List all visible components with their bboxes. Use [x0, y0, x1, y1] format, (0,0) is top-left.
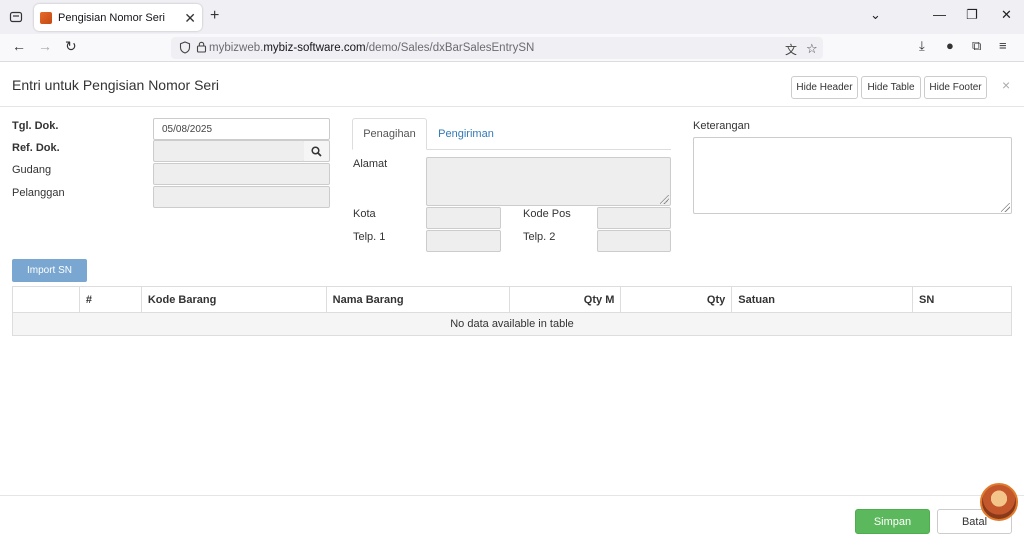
resize-grip-icon[interactable] [1001, 203, 1010, 212]
telp2-label: Telp. 2 [523, 231, 556, 243]
modal-footer: Simpan Batal [0, 495, 1024, 543]
telp2-input[interactable] [597, 230, 671, 252]
column-header-select [12, 286, 80, 313]
forward-icon[interactable]: → [38, 39, 52, 53]
modal-page: Entri untuk Pengisian Nomor Seri Hide He… [0, 63, 1024, 543]
tgl-dok-input[interactable]: 05/08/2025 [153, 118, 330, 140]
items-table: # Kode Barang Nama Barang Qty M Qty Satu… [12, 286, 1012, 336]
keterangan-label: Keterangan [693, 120, 750, 132]
menu-icon[interactable]: ≡ [999, 39, 1007, 52]
table-row: No data available in table [12, 312, 1012, 336]
hide-footer-button[interactable]: Hide Footer [924, 76, 987, 99]
browser-tab[interactable]: Pengisian Nomor Seri ✕ [34, 4, 202, 31]
column-header-sn[interactable]: SN [912, 286, 1012, 313]
page-title: Entri untuk Pengisian Nomor Seri [12, 77, 219, 93]
tab-pengiriman[interactable]: Pengiriman [430, 118, 502, 150]
reload-icon[interactable]: ↻ [65, 39, 77, 53]
translate-icon[interactable]: 文 [785, 41, 797, 58]
browser-tab-bar: Pengisian Nomor Seri ✕ + ⌄ — ❐ ✕ [0, 0, 1024, 34]
pelanggan-label: Pelanggan [12, 187, 65, 199]
telp1-label: Telp. 1 [353, 231, 386, 243]
kota-label: Kota [353, 208, 376, 220]
new-tab-icon[interactable]: + [210, 8, 219, 24]
column-header-satuan[interactable]: Satuan [731, 286, 914, 313]
empty-table-message: No data available in table [12, 312, 1012, 336]
address-bar[interactable]: mybizweb.mybiz-software.com/demo/Sales/d… [171, 37, 823, 59]
import-sn-button[interactable]: Import SN [12, 259, 87, 282]
alamat-label: Alamat [353, 158, 388, 170]
search-icon [311, 145, 322, 157]
ref-dok-label: Ref. Dok. [12, 142, 60, 154]
column-header-qty-m[interactable]: Qty M [509, 286, 622, 313]
download-icon[interactable]: ⤓ [919, 39, 925, 52]
gudang-input[interactable] [153, 163, 330, 185]
url-text: mybizweb.mybiz-software.com/demo/Sales/d… [209, 42, 535, 54]
table-header-row: # Kode Barang Nama Barang Qty M Qty Satu… [12, 286, 1012, 313]
ref-dok-search-button[interactable] [304, 140, 330, 162]
tgl-dok-label: Tgl. Dok. [12, 120, 59, 132]
gudang-label: Gudang [12, 164, 52, 176]
hide-header-button[interactable]: Hide Header [791, 76, 858, 99]
save-button[interactable]: Simpan [855, 509, 930, 534]
back-icon[interactable]: ← [12, 39, 26, 53]
modal-close-icon[interactable]: × [1002, 77, 1010, 93]
shield-icon[interactable] [179, 41, 191, 57]
alamat-textarea[interactable] [426, 157, 671, 206]
bookmark-star-icon[interactable]: ☆ [806, 41, 818, 57]
site-favicon-icon [40, 11, 52, 24]
list-all-tabs-icon[interactable]: ⌄ [870, 8, 881, 21]
kode-pos-label: Kode Pos [523, 208, 571, 220]
ref-dok-input[interactable] [153, 140, 305, 162]
minimize-icon[interactable]: — [933, 8, 946, 21]
browser-nav-bar: ← → ↻ mybizweb.mybiz-software.com/demo/S… [0, 34, 1024, 62]
telp1-input[interactable] [426, 230, 501, 252]
pelanggan-input[interactable] [153, 186, 330, 208]
resize-grip-icon[interactable] [660, 195, 669, 204]
lock-icon[interactable] [196, 41, 207, 56]
modal-header: Entri untuk Pengisian Nomor Seri Hide He… [0, 63, 1024, 107]
column-header-qty[interactable]: Qty [620, 286, 733, 313]
assistant-avatar-icon[interactable] [980, 483, 1018, 521]
extensions-icon[interactable]: ⧉ [972, 39, 981, 52]
restore-icon[interactable]: ❐ [966, 8, 978, 21]
column-header-kode-barang[interactable]: Kode Barang [140, 286, 327, 313]
window-close-icon[interactable]: ✕ [1001, 8, 1012, 21]
column-header-number[interactable]: # [78, 286, 142, 313]
kode-pos-input[interactable] [597, 207, 671, 229]
tab-list-icon[interactable] [6, 7, 26, 27]
close-tab-icon[interactable]: ✕ [184, 11, 196, 25]
column-header-nama-barang[interactable]: Nama Barang [325, 286, 511, 313]
tab-penagihan[interactable]: Penagihan [352, 118, 427, 150]
kota-input[interactable] [426, 207, 501, 229]
account-icon[interactable]: ● [946, 39, 954, 52]
keterangan-textarea[interactable] [693, 137, 1012, 214]
browser-tab-title: Pengisian Nomor Seri [58, 11, 165, 24]
hide-table-button[interactable]: Hide Table [861, 76, 921, 99]
